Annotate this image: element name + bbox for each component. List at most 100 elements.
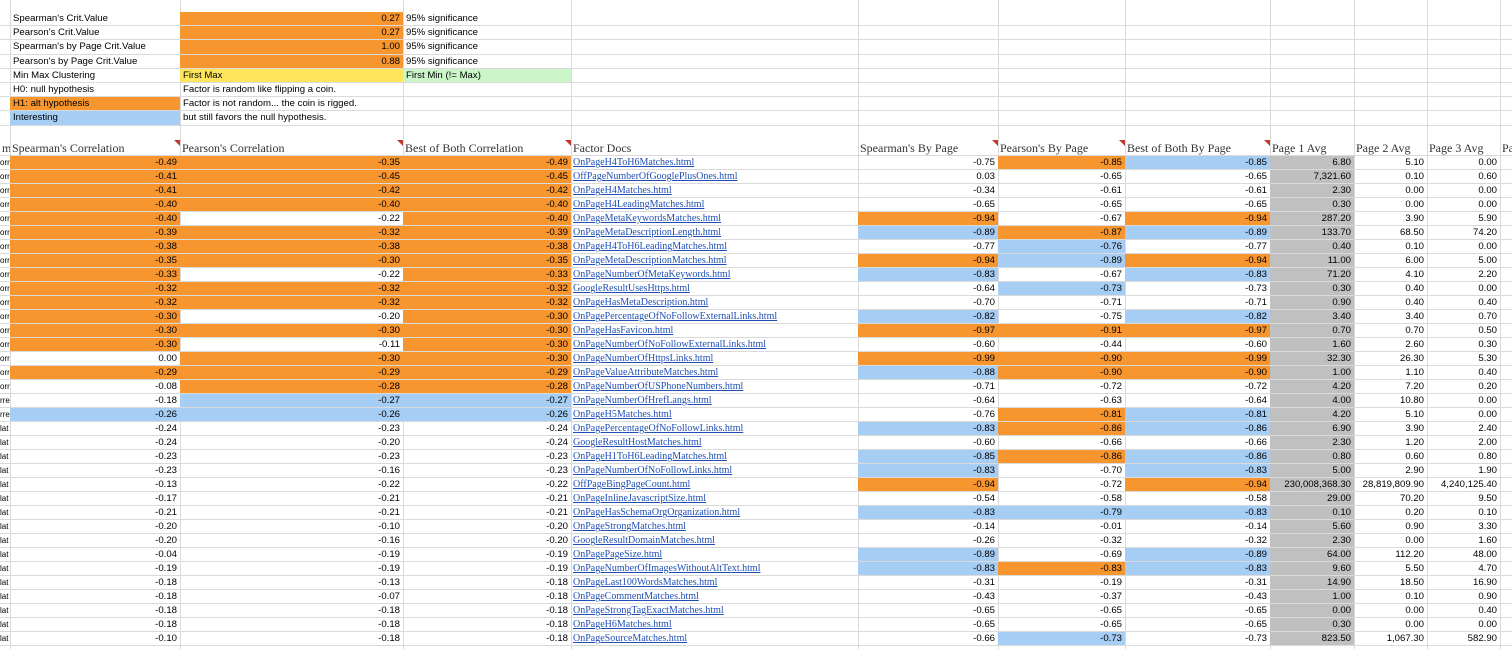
cell-page1-avg[interactable]: 133.70 [1270,226,1354,239]
cell-row-label[interactable]: lat [0,618,10,631]
cell-pearson[interactable]: -0.20 [180,436,403,449]
cell-best[interactable]: -0.42 [403,184,571,197]
cell-pearson-page[interactable]: -0.83 [998,562,1125,575]
cell-spearman-page[interactable]: -0.54 [858,492,998,505]
info-label[interactable]: H0: null hypothesis [10,83,180,96]
cell-pearson-page[interactable]: -0.01 [998,520,1125,533]
cell-best-page[interactable]: -0.83 [1125,464,1270,477]
cell-page3-avg[interactable]: 582.90 [1427,632,1500,645]
cell-factor-link[interactable]: OnPageH4Matches.html [571,184,858,197]
cell-page2-avg[interactable]: 6.00 [1354,254,1427,267]
header-pearson-correlation[interactable]: Pearson's Correlation [180,140,403,155]
cell-spearman-page[interactable]: -0.83 [858,268,998,281]
cell-pearson[interactable]: -0.20 [180,310,403,323]
cell-best-page[interactable]: -0.73 [1125,282,1270,295]
cell-page2-avg[interactable]: 0.10 [1354,590,1427,603]
info-note[interactable]: First Min (!= Max) [403,68,571,82]
cell-row-label[interactable]: rre [0,408,10,421]
cell-row-label[interactable]: orr [0,268,10,281]
cell-pearson[interactable]: -0.38 [180,240,403,253]
info-value[interactable]: 1.00 [180,40,403,54]
cell-best[interactable]: -0.26 [403,408,571,421]
cell-spearman-page[interactable]: -0.75 [858,156,998,169]
cell-factor-link[interactable]: OffPageNumberOfGooglePlusOnes.html [571,170,858,183]
cell-factor-link[interactable]: OnPageH4ToH6LeadingMatches.html [571,240,858,253]
cell-pearson[interactable]: -0.19 [180,548,403,561]
cell-pearson-page[interactable]: -0.65 [998,618,1125,631]
info-value[interactable]: 0.88 [180,54,403,68]
cell-page2-avg[interactable]: 10.80 [1354,394,1427,407]
cell-factor-link[interactable]: OnPageNumberOfImagesWithoutAltText.html [571,562,858,575]
cell-pearson-page[interactable]: -0.37 [998,590,1125,603]
cell-spearman[interactable]: -0.41 [10,170,180,183]
cell-pearson[interactable]: -0.40 [180,198,403,211]
cell-page2-avg[interactable]: 28,819,809.90 [1354,478,1427,491]
cell-page1-avg[interactable]: 5.00 [1270,464,1354,477]
cell-pearson[interactable]: -0.18 [180,604,403,617]
cell-page2-avg[interactable]: 3.90 [1354,422,1427,435]
cell-best[interactable]: -0.27 [403,394,571,407]
cell-factor-link[interactable]: OnPageH5Matches.html [571,408,858,421]
cell-row-label[interactable]: lat [0,450,10,463]
cell-page2-avg[interactable]: 5.10 [1354,408,1427,421]
cell-pearson[interactable]: -0.22 [180,478,403,491]
info-label[interactable]: Interesting [10,111,180,125]
cell-page1-avg[interactable]: 71.20 [1270,268,1354,281]
cell-pearson-page[interactable]: -0.81 [998,408,1125,421]
cell-page2-avg[interactable]: 2.90 [1354,464,1427,477]
cell-page2-avg[interactable]: 0.70 [1354,324,1427,337]
cell-page1-avg[interactable]: 0.40 [1270,240,1354,253]
cell-best[interactable]: -0.33 [403,268,571,281]
cell-factor-link[interactable]: OnPagePercentageOfNoFollowExternalLinks.… [571,310,858,323]
cell-spearman[interactable]: -0.33 [10,268,180,281]
cell-page2-avg[interactable]: 0.20 [1354,506,1427,519]
cell-spearman-page[interactable]: -0.70 [858,296,998,309]
cell-pearson-page[interactable]: -0.70 [998,464,1125,477]
cell-pearson-page[interactable]: -0.67 [998,212,1125,225]
info-label[interactable]: Pearson's Crit.Value [10,26,180,39]
cell-best[interactable]: -0.24 [403,422,571,435]
cell-spearman[interactable]: -0.24 [10,422,180,435]
cell-best[interactable]: -0.18 [403,618,571,631]
cell-spearman[interactable]: -0.40 [10,212,180,225]
cell-page1-avg[interactable]: 0.10 [1270,506,1354,519]
cell-page2-avg[interactable]: 3.90 [1354,212,1427,225]
cell-pearson[interactable]: -0.45 [180,170,403,183]
header-pearson-by-page[interactable]: Pearson's By Page [998,140,1125,155]
header-factor-docs[interactable]: Factor Docs [571,140,858,155]
header-best-of-both-by-page[interactable]: Best of Both By Page [1125,140,1270,155]
cell-page3-avg[interactable]: 4,240,125.40 [1427,478,1500,491]
info-note[interactable]: 95% significance [403,12,571,25]
cell-spearman-page[interactable]: -0.64 [858,394,998,407]
cell-factor-link[interactable]: OffPageBingPageCount.html [571,478,858,491]
cell-page1-avg[interactable]: 1.60 [1270,338,1354,351]
cell-row-label[interactable]: rre [0,394,10,407]
cell-best[interactable]: -0.23 [403,450,571,463]
cell-page1-avg[interactable]: 2.30 [1270,184,1354,197]
cell-page1-avg[interactable]: 0.30 [1270,618,1354,631]
cell-page3-avg[interactable]: 0.00 [1427,184,1500,197]
cell-factor-link[interactable]: GoogleResultUsesHttps.html [571,282,858,295]
cell-pearson-page[interactable]: -0.32 [998,534,1125,547]
cell-best-page[interactable]: -0.65 [1125,198,1270,211]
cell-page1-avg[interactable]: 29.00 [1270,492,1354,505]
cell-spearman[interactable]: -0.19 [10,562,180,575]
cell-row-label[interactable]: orr [0,324,10,337]
info-value[interactable]: 0.27 [180,12,403,26]
cell-spearman[interactable]: -0.26 [10,408,180,421]
cell-spearman[interactable]: -0.35 [10,254,180,267]
cell-spearman-page[interactable]: 0.03 [858,170,998,183]
cell-page1-avg[interactable]: 4.20 [1270,380,1354,393]
cell-page2-avg[interactable]: 112.20 [1354,548,1427,561]
cell-page3-avg[interactable]: 0.00 [1427,394,1500,407]
cell-pearson-page[interactable]: -0.72 [998,478,1125,491]
cell-page3-avg[interactable]: 0.90 [1427,590,1500,603]
cell-spearman[interactable]: -0.24 [10,436,180,449]
cell-pearson-page[interactable]: -0.71 [998,296,1125,309]
cell-best-page[interactable]: -0.14 [1125,520,1270,533]
cell-best[interactable]: -0.23 [403,464,571,477]
cell-spearman[interactable]: -0.38 [10,240,180,253]
cell-spearman-page[interactable]: -0.83 [858,464,998,477]
cell-spearman[interactable]: -0.17 [10,492,180,505]
cell-pearson-page[interactable]: -0.61 [998,184,1125,197]
